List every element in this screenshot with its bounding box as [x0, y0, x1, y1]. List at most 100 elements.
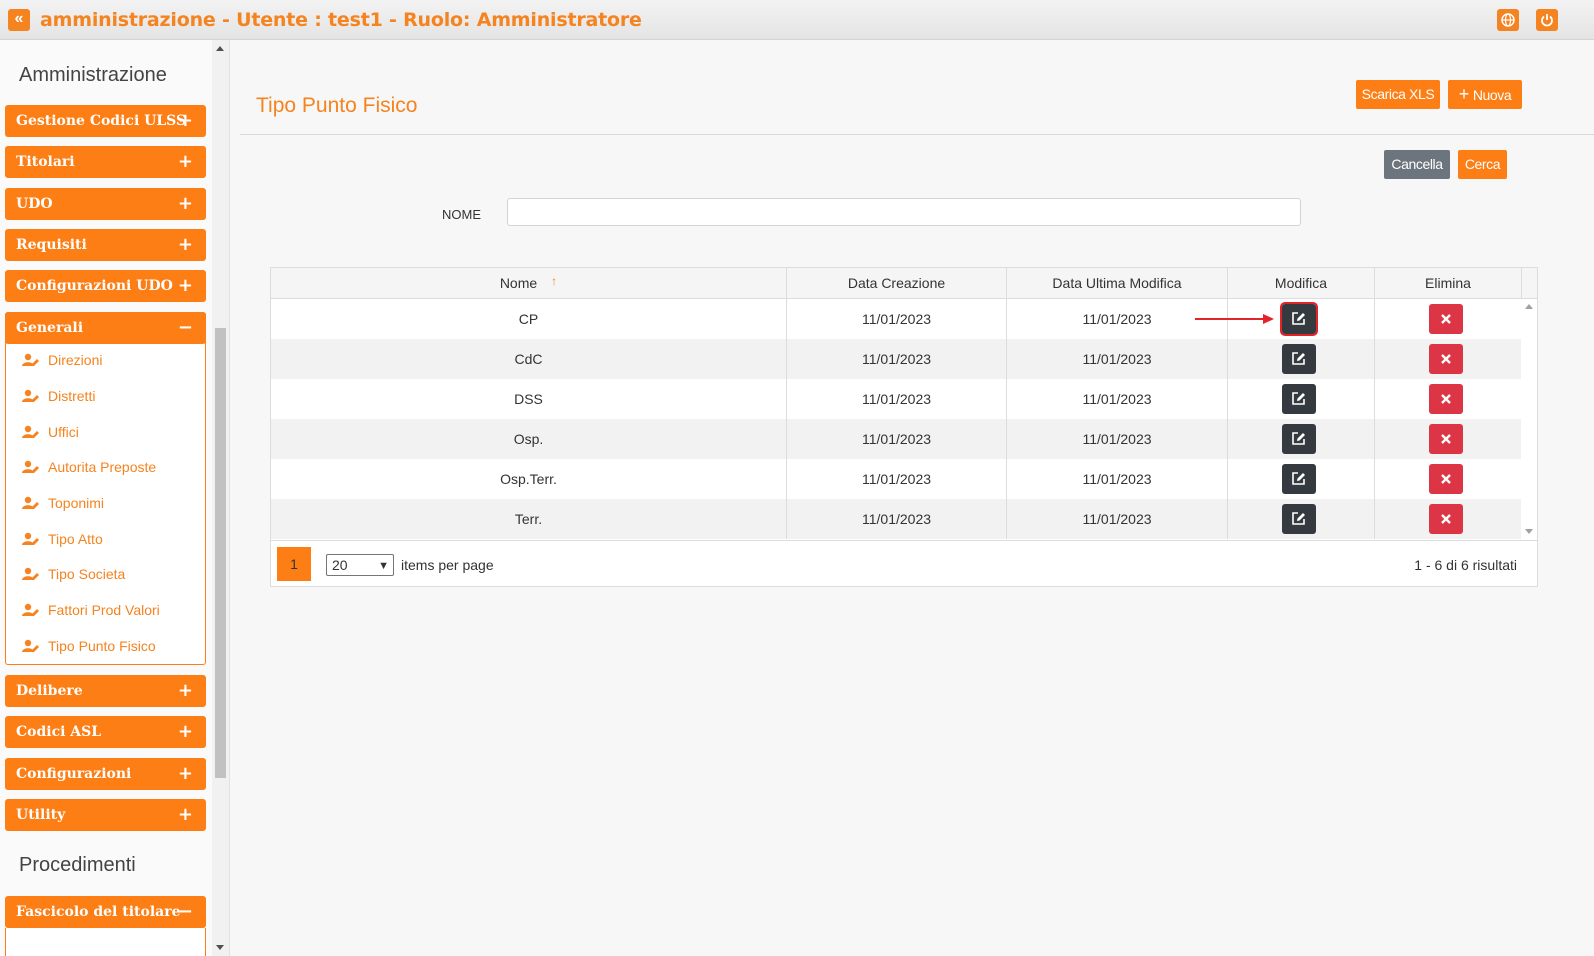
- delete-button[interactable]: [1429, 464, 1463, 494]
- sidebar-item-delibere[interactable]: Delibere +: [5, 675, 206, 707]
- sidebar-subitem-label: Autorita Preposte: [48, 459, 157, 475]
- grid-scrollbar[interactable]: [1521, 299, 1537, 539]
- sidebar-item-configurazioni[interactable]: Configurazioni +: [5, 758, 206, 790]
- nome-input[interactable]: [507, 198, 1301, 226]
- divider: [240, 134, 1594, 135]
- edit-button[interactable]: [1280, 302, 1318, 336]
- nome-label: NOME: [442, 207, 481, 222]
- sidebar-item-label: UDO: [16, 196, 53, 212]
- sidebar-item-gestione-codici-ulss[interactable]: Gestione Codici ULSS +: [5, 105, 206, 137]
- cancella-button[interactable]: Cancella: [1384, 150, 1450, 179]
- edit-button[interactable]: [1282, 464, 1316, 494]
- sidebar-item-label: Fascicolo del titolare: [16, 904, 181, 920]
- sidebar-item-fascicolo-del-titolare[interactable]: Fascicolo del titolare −: [5, 896, 206, 928]
- sidebar-item-label: Configurazioni UDO: [16, 278, 173, 294]
- sidebar-subitem-tipo-punto-fisico[interactable]: Tipo Punto Fisico: [22, 636, 156, 656]
- data-grid: Nome ↑ Data Creazione Data Ultima Modific…: [270, 267, 1538, 587]
- sidebar-item-utility[interactable]: Utility +: [5, 799, 206, 831]
- times-icon: [1441, 474, 1451, 484]
- scrollbar-thumb[interactable]: [215, 328, 226, 778]
- red-arrow-annotation: [1195, 314, 1274, 324]
- chevron-down-icon: ▼: [378, 560, 389, 572]
- scroll-down-icon[interactable]: [216, 945, 224, 950]
- scroll-down-icon[interactable]: [1525, 529, 1533, 534]
- cell-elimina: [1375, 299, 1521, 339]
- nuova-button[interactable]: + Nuova: [1448, 80, 1522, 109]
- delete-button[interactable]: [1429, 424, 1463, 454]
- table-row[interactable]: Terr. 11/01/2023 11/01/2023: [271, 499, 1521, 539]
- main-content: Tipo Punto Fisico Scarica XLS + Nuova Can…: [240, 40, 1594, 956]
- page-size-select[interactable]: 20 ▼: [326, 554, 394, 576]
- table-row[interactable]: CP 11/01/2023 11/01/2023: [271, 299, 1521, 339]
- sidebar-subitem-label: Distretti: [48, 388, 96, 404]
- power-icon[interactable]: [1536, 9, 1558, 31]
- column-label: Nome: [499, 275, 538, 291]
- collapse-menu-icon[interactable]: «: [8, 9, 30, 31]
- table-row[interactable]: CdC 11/01/2023 11/01/2023: [271, 339, 1521, 379]
- sidebar-subitem-label: Direzioni: [48, 352, 103, 368]
- edit-button[interactable]: [1282, 504, 1316, 534]
- cell-nome: Terr.: [271, 499, 787, 539]
- sidebar-group-generali: Generali − Direzioni Distretti Uffici Aut…: [5, 312, 206, 665]
- sidebar-item-generali[interactable]: Generali −: [5, 312, 206, 344]
- sidebar-subitem-distretti[interactable]: Distretti: [22, 386, 95, 406]
- table-row[interactable]: Osp.Terr. 11/01/2023 11/01/2023: [271, 459, 1521, 499]
- page-1-button[interactable]: 1: [277, 547, 311, 581]
- plus-icon: +: [177, 804, 193, 825]
- globe-icon[interactable]: [1497, 9, 1519, 31]
- scroll-up-icon[interactable]: [1525, 304, 1533, 309]
- edit-icon: [1292, 392, 1305, 405]
- edit-icon: [1292, 512, 1305, 525]
- user-edit-icon: [22, 602, 40, 617]
- cell-data-creazione: 11/01/2023: [787, 339, 1007, 379]
- scroll-up-icon[interactable]: [216, 46, 224, 51]
- times-icon: [1441, 434, 1451, 444]
- times-icon: [1441, 354, 1451, 364]
- sidebar-subitem-fattori-prod-valori[interactable]: Fattori Prod Valori: [22, 600, 160, 620]
- edit-button[interactable]: [1282, 344, 1316, 374]
- column-header-data-ultima-modifica[interactable]: Data Ultima Modifica: [1007, 268, 1228, 299]
- delete-button[interactable]: [1429, 304, 1463, 334]
- table-row[interactable]: DSS 11/01/2023 11/01/2023: [271, 379, 1521, 419]
- sidebar-item-udo[interactable]: UDO +: [5, 188, 206, 220]
- sidebar-subitem-toponimi[interactable]: Toponimi: [22, 493, 104, 513]
- plus-icon: +: [177, 193, 193, 214]
- sidebar-subitem-tipo-atto[interactable]: Tipo Atto: [22, 529, 103, 549]
- cerca-button[interactable]: Cerca: [1458, 150, 1507, 179]
- column-header-nome[interactable]: Nome ↑: [271, 268, 787, 299]
- edit-button[interactable]: [1282, 384, 1316, 414]
- delete-button[interactable]: [1429, 344, 1463, 374]
- sidebar-subitem-direzioni[interactable]: Direzioni: [22, 350, 102, 370]
- cell-nome: CdC: [271, 339, 787, 379]
- user-edit-icon: [22, 495, 40, 510]
- sidebar-subitem-tipo-societa[interactable]: Tipo Societa: [22, 564, 125, 584]
- cell-nome: Osp.Terr.: [271, 459, 787, 499]
- scarica-xls-button[interactable]: Scarica XLS: [1356, 80, 1440, 109]
- delete-button[interactable]: [1429, 504, 1463, 534]
- edit-button[interactable]: [1282, 424, 1316, 454]
- cell-elimina: [1375, 499, 1521, 539]
- sidebar-subitem-label: Toponimi: [48, 495, 105, 511]
- sidebar-item-label: Gestione Codici ULSS: [16, 113, 187, 129]
- sidebar-item-titolari[interactable]: Titolari +: [5, 146, 206, 178]
- sidebar-item-configurazioni-udo[interactable]: Configurazioni UDO +: [5, 270, 206, 302]
- sidebar-item-codici-asl[interactable]: Codici ASL +: [5, 716, 206, 748]
- sidebar-scrollbar[interactable]: [212, 40, 229, 956]
- plus-icon: +: [177, 234, 193, 255]
- sidebar-item-requisiti[interactable]: Requisiti +: [5, 229, 206, 261]
- plus-icon: +: [177, 275, 193, 296]
- edit-icon: [1292, 472, 1305, 485]
- column-header-data-creazione[interactable]: Data Creazione: [787, 268, 1007, 299]
- sidebar-subitem-autorita-preposte[interactable]: Autorita Preposte: [22, 457, 156, 477]
- sidebar-item-label: Utility: [16, 807, 66, 823]
- page-size-value: 20: [332, 557, 348, 573]
- sidebar-subitem-label: Fattori Prod Valori: [48, 602, 160, 618]
- section-heading-procedimenti: Procedimenti: [19, 854, 136, 876]
- sidebar: Amministrazione Gestione Codici ULSS + Ti…: [0, 40, 230, 956]
- cell-data-creazione: 11/01/2023: [787, 419, 1007, 459]
- cell-nome: CP: [271, 299, 787, 339]
- sidebar-subitem-uffici[interactable]: Uffici: [22, 422, 79, 442]
- delete-button[interactable]: [1429, 384, 1463, 414]
- cell-data-ultima-modifica: 11/01/2023: [1007, 339, 1228, 379]
- table-row[interactable]: Osp. 11/01/2023 11/01/2023: [271, 419, 1521, 459]
